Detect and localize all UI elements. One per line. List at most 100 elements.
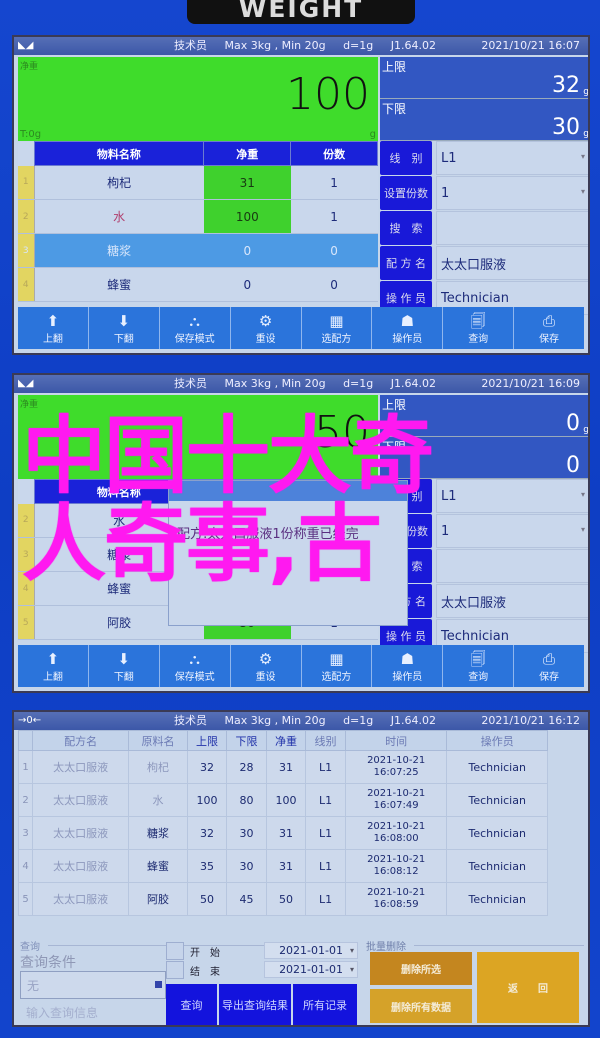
operator: Technician: [446, 783, 548, 817]
upper-limit-label: 上限: [382, 60, 407, 74]
datetime: 2021/10/21 16:12: [481, 714, 580, 727]
back-button[interactable]: 返 回: [477, 952, 579, 1023]
weight-label: 净重: [20, 62, 39, 72]
table-row[interactable]: 4 蜂蜜 0 0: [18, 267, 378, 302]
button-label: 重设: [255, 671, 276, 683]
start-date-picker[interactable]: 2021-01-01 ▾: [264, 942, 358, 959]
start-date-checkbox[interactable]: [166, 942, 184, 960]
count: 0: [290, 267, 378, 302]
net-weight: 100: [203, 199, 291, 234]
timestamp: 2021-10-21 16:08:00: [344, 816, 448, 850]
search-input[interactable]: [436, 549, 588, 583]
column-header: 份数: [290, 141, 378, 166]
copies-button[interactable]: 设置份数: [380, 176, 432, 210]
operator: Technician: [446, 882, 548, 916]
column-header: 原料名: [128, 730, 188, 751]
search-input[interactable]: [436, 211, 588, 245]
delete-selected-button[interactable]: 删除所选: [370, 952, 472, 985]
query-button[interactable]: 🗐 查询: [443, 307, 515, 349]
save-button[interactable]: ⎙ 保存: [514, 307, 584, 349]
net-weight: 0: [203, 233, 291, 268]
material-name: 水: [34, 199, 204, 234]
copies-value: 1: [441, 523, 450, 539]
copies-select[interactable]: 1 ▾: [436, 514, 588, 548]
button-label: 选配方: [321, 671, 352, 683]
end-date-checkbox[interactable]: [166, 961, 184, 979]
button-label: 查询: [468, 671, 489, 683]
all-records-button[interactable]: 所有记录: [293, 984, 357, 1025]
bottom-toolbar: ⬆ 上翻 ⬇ 下翻 ⛬ 保存模式 ⚙ 重设 ▦ 选配方 ☗ 操作员 🗐 查询 ⎙ 保存: [18, 307, 584, 349]
row-index: 3: [18, 537, 35, 572]
query-submit-button[interactable]: 查询: [166, 984, 217, 1025]
page-up-button[interactable]: ⬆ 上翻: [18, 307, 89, 349]
search-button[interactable]: 搜 索: [380, 211, 432, 245]
copies-select[interactable]: 1 ▾: [436, 176, 588, 210]
button-label: 上翻: [42, 671, 63, 683]
end-date-picker[interactable]: 2021-01-01 ▾: [264, 961, 358, 978]
save-mode-button[interactable]: ⛬ 保存模式: [160, 645, 231, 687]
table-row[interactable]: 1 枸杞 31 1: [18, 165, 378, 200]
table-row[interactable]: 2 太太口服液 水 100 80 100 L1 2021-10-21 16:07:…: [18, 783, 548, 817]
line-select[interactable]: L1 ▾: [436, 141, 588, 175]
row-index: 2: [18, 503, 35, 538]
query-input[interactable]: 输入查询信息: [26, 1004, 98, 1021]
recipe-field[interactable]: 太太口服液: [436, 246, 588, 280]
material-name: 糖浆: [128, 816, 188, 850]
completion-dialog: 配方:太太口服液1份称重已经完: [168, 480, 408, 626]
division-label: d=1g: [343, 714, 374, 727]
line: L1: [305, 882, 346, 916]
lower-limit: 下限 0: [380, 437, 588, 479]
recipe-button[interactable]: 配 方 名: [380, 246, 432, 280]
row-index: 4: [18, 849, 33, 883]
row-index: 1: [18, 165, 35, 200]
upper-limit-label: 上限: [382, 398, 407, 412]
page-down-button[interactable]: ⬇ 下翻: [89, 307, 160, 349]
page-up-button[interactable]: ⬆ 上翻: [18, 645, 89, 687]
zero-indicator: →0←: [18, 715, 42, 726]
count: 1: [290, 199, 378, 234]
bottom-toolbar: ⬆ 上翻 ⬇ 下翻 ⛬ 保存模式 ⚙ 重设 ▦ 选配方 ☗ 操作员 🗐 查询 ⎙ 保存: [18, 645, 584, 687]
line-button[interactable]: 线 别: [380, 141, 432, 175]
table-row-selected[interactable]: 3 糖浆 0 0: [18, 233, 378, 268]
operator: Technician: [446, 816, 548, 850]
dropdown-icon[interactable]: [155, 981, 162, 988]
column-header: 下限: [226, 730, 267, 751]
delete-all-button[interactable]: 删除所有数据: [370, 989, 472, 1023]
table-row[interactable]: 4 太太口服液 蜂蜜 35 30 31 L1 2021-10-21 16:08:1…: [18, 849, 548, 883]
line-select[interactable]: L1 ▾: [436, 479, 588, 513]
battery-icon: ◣◢: [18, 378, 34, 389]
division-label: d=1g: [343, 39, 374, 52]
recipe-field[interactable]: 太太口服液: [436, 584, 588, 618]
copies-value: 1: [441, 185, 450, 201]
upper-limit: 35: [186, 849, 228, 883]
calendar-icon: ▦: [329, 649, 344, 668]
dropdown-icon: ▾: [349, 946, 354, 955]
table-row[interactable]: 3 太太口服液 糖浆 32 30 31 L1 2021-10-21 16:08:0…: [18, 816, 548, 850]
printer-icon: ⎙: [543, 649, 556, 668]
table-row[interactable]: 2 水 100 1: [18, 199, 378, 234]
lower-limit: 30: [226, 816, 267, 850]
dialog-message: 配方:太太口服液1份称重已经完: [177, 527, 359, 542]
condition-select[interactable]: 无: [20, 971, 166, 999]
select-recipe-button[interactable]: ▦ 选配方: [302, 645, 373, 687]
save-button[interactable]: ⎙ 保存: [514, 645, 584, 687]
button-label: 选配方: [321, 333, 352, 345]
line: L1: [305, 849, 346, 883]
dropdown-icon: ▾: [580, 152, 585, 161]
page-down-button[interactable]: ⬇ 下翻: [89, 645, 160, 687]
lower-limit: 28: [226, 750, 267, 784]
operator-toolbar-button[interactable]: ☗ 操作员: [372, 307, 444, 349]
reset-button[interactable]: ⚙ 重设: [231, 645, 302, 687]
recipe-name: 太太口服液: [31, 816, 130, 850]
stack-icon: ⛬: [189, 649, 200, 668]
select-recipe-button[interactable]: ▦ 选配方: [302, 307, 373, 349]
save-mode-button[interactable]: ⛬ 保存模式: [160, 307, 231, 349]
upper-limit-value: 32: [552, 73, 580, 98]
operator: Technician: [446, 750, 548, 784]
table-row[interactable]: 1 太太口服液 枸杞 32 28 31 L1 2021-10-21 16:07:2…: [18, 750, 548, 784]
reset-button[interactable]: ⚙ 重设: [231, 307, 302, 349]
export-results-button[interactable]: 导出查询结果: [219, 984, 291, 1025]
query-button[interactable]: 🗐 查询: [443, 645, 515, 687]
operator-toolbar-button[interactable]: ☗ 操作员: [372, 645, 444, 687]
table-row[interactable]: 5 太太口服液 阿胶 50 45 50 L1 2021-10-21 16:08:5…: [18, 882, 548, 916]
